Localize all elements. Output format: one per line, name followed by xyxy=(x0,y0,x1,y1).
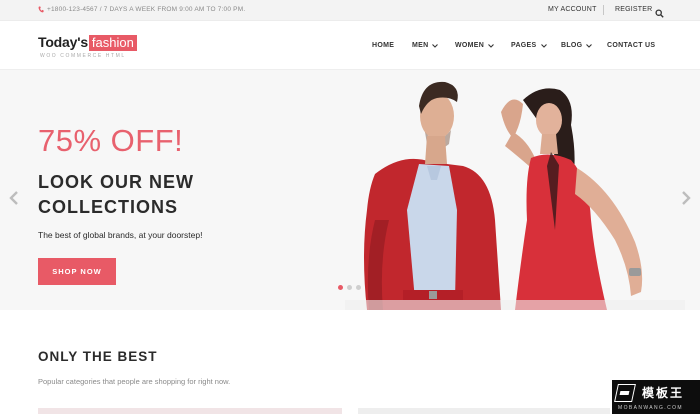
logo[interactable]: Today's fashion WOO COMMERCE HTML xyxy=(38,34,137,59)
nav-men[interactable]: MEN xyxy=(412,42,439,49)
top-bar: +1800-123-4567 / 7 DAYS A WEEK FROM 9:00… xyxy=(0,0,700,21)
category-card[interactable] xyxy=(38,408,342,414)
logo-text-primary: Today's xyxy=(38,34,88,50)
register-link[interactable]: REGISTER xyxy=(615,6,652,13)
site-header: Today's fashion WOO COMMERCE HTML HOME ME… xyxy=(0,21,700,70)
my-account-link[interactable]: MY ACCOUNT xyxy=(548,6,597,13)
arrow-right-icon xyxy=(682,191,691,205)
section-title: ONLY THE BEST xyxy=(38,349,158,364)
hero-slider: 75% OFF! LOOK OUR NEW COLLECTIONS The be… xyxy=(0,70,700,310)
nav-contact[interactable]: CONTACT US xyxy=(607,42,655,49)
arrow-left-icon xyxy=(9,191,18,205)
logo-tagline: WOO COMMERCE HTML xyxy=(40,53,126,59)
nav-men-label: MEN xyxy=(412,42,429,49)
nav-women[interactable]: WOMEN xyxy=(455,42,494,49)
nav-women-label: WOMEN xyxy=(455,42,485,49)
slider-dot[interactable] xyxy=(347,285,352,290)
hero-subline: The best of global brands, at your doors… xyxy=(38,230,203,240)
hero-headline: LOOK OUR NEW COLLECTIONS xyxy=(38,170,194,220)
nav-contact-label: CONTACT US xyxy=(607,42,656,49)
watermark-url: MOBANWANG.COM xyxy=(618,405,683,411)
nav-pages[interactable]: PAGES xyxy=(511,42,547,49)
hero-headline-line2: COLLECTIONS xyxy=(38,197,178,217)
nav-home[interactable]: HOME xyxy=(372,42,394,49)
phone-text: +1800-123-4567 / 7 DAYS A WEEK FROM 9:00… xyxy=(47,6,246,13)
divider xyxy=(603,5,604,15)
slider-next-button[interactable] xyxy=(681,191,691,210)
search-icon xyxy=(655,9,664,18)
nav-blog-label: BLOG xyxy=(561,42,583,49)
nav-home-label: HOME xyxy=(372,42,395,49)
slider-dot[interactable] xyxy=(338,285,343,290)
chevron-down-icon xyxy=(488,43,494,48)
section-subtitle: Popular categories that people are shopp… xyxy=(38,377,231,386)
category-card[interactable] xyxy=(358,408,610,414)
contact-info: +1800-123-4567 / 7 DAYS A WEEK FROM 9:00… xyxy=(38,6,245,13)
slider-prev-button[interactable] xyxy=(9,191,19,210)
logo-text-highlight: fashion xyxy=(88,35,137,51)
chevron-down-icon xyxy=(586,43,593,48)
phone-icon xyxy=(38,6,44,13)
hero-headline-line1: LOOK OUR NEW xyxy=(38,172,194,192)
chevron-down-icon xyxy=(432,43,439,48)
slider-dot[interactable] xyxy=(356,285,361,290)
slider-dots xyxy=(338,285,361,290)
nav-pages-label: PAGES xyxy=(511,42,537,49)
hero-image xyxy=(345,81,685,310)
nav-blog[interactable]: BLOG xyxy=(561,42,593,49)
watermark-logo: 模板王 MOBANWANG.COM xyxy=(612,380,700,414)
watermark-icon xyxy=(614,384,636,402)
shop-now-button[interactable]: SHOP NOW xyxy=(38,258,116,285)
watermark-text: 模板王 xyxy=(642,386,685,400)
chevron-down-icon xyxy=(540,43,547,48)
promo-text: 75% OFF! xyxy=(38,123,184,158)
